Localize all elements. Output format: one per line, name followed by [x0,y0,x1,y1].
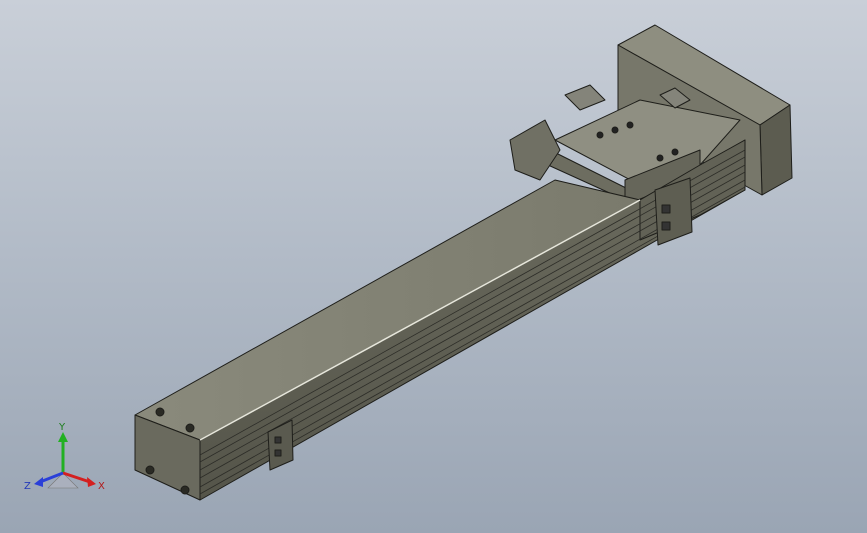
rail-top-face [134,179,641,441]
axis-label-x: X [98,481,105,492]
actuator-model[interactable] [0,0,867,533]
cad-viewport[interactable]: Y X Z [0,0,867,533]
axis-label-y: Y [58,422,66,433]
sensor-bracket-rear [654,177,693,246]
coordinate-triad: Y X Z [24,422,105,492]
axis-label-z: Z [24,481,31,492]
